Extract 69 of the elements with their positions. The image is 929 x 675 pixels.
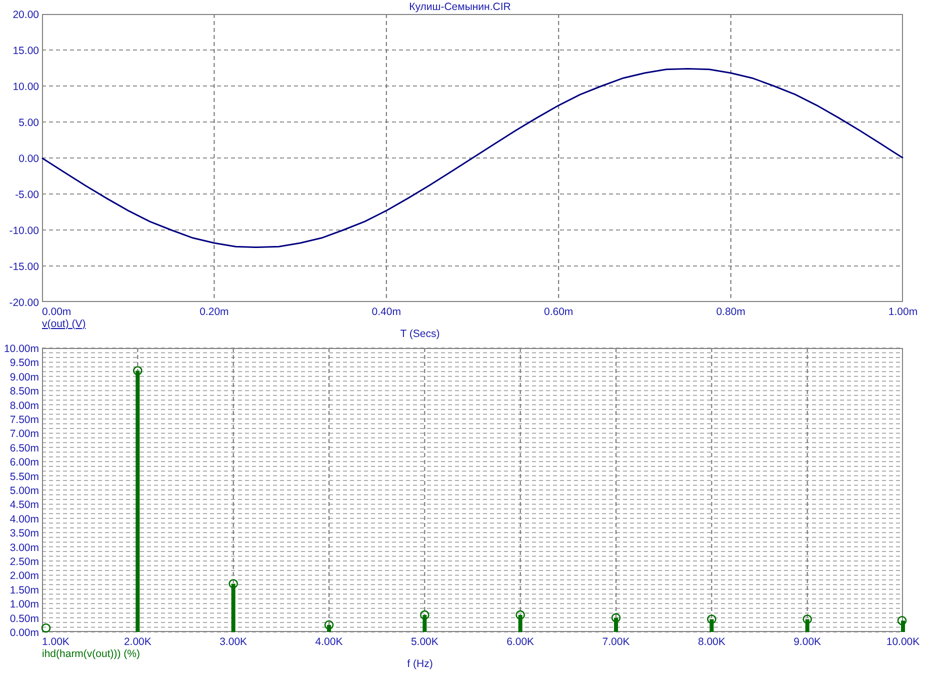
axis-tick-label: 6.00K bbox=[506, 636, 534, 648]
axis-tick-label: -20.00 bbox=[9, 297, 39, 309]
axis-tick-label: 0.00m bbox=[42, 306, 72, 318]
point-marker bbox=[324, 620, 334, 630]
axis-tick-label: 6.50m bbox=[10, 442, 39, 454]
point-marker bbox=[516, 610, 525, 620]
axis-tick-label: 8.50m bbox=[10, 386, 39, 398]
point-marker bbox=[133, 366, 142, 376]
axis-tick-label: 9.50m bbox=[10, 357, 39, 370]
axis-title: f (Hz) bbox=[407, 658, 433, 670]
axis-tick-label: 0.80m bbox=[716, 306, 746, 318]
axis-tick-label: 0.60m bbox=[544, 306, 574, 318]
axis-tick-label: 6.00m bbox=[10, 456, 39, 469]
axis-tick-label: 4.50m bbox=[10, 499, 39, 512]
axis-tick-label: 5.50m bbox=[10, 470, 39, 483]
harmonic-bar bbox=[710, 619, 714, 632]
chart-title: Кулиш-Семынин.CIR bbox=[409, 1, 511, 13]
axis-tick-label: 9.00m bbox=[10, 371, 39, 384]
axis-tick-label: 1.00m bbox=[888, 306, 918, 318]
axis-tick-label: 0.40m bbox=[372, 306, 401, 318]
axis-title: T (Secs) bbox=[400, 328, 440, 340]
axis-tick-label: 2.50m bbox=[10, 556, 39, 568]
point-marker bbox=[707, 614, 716, 624]
point-marker bbox=[802, 614, 812, 624]
point-marker bbox=[420, 610, 430, 620]
point-marker bbox=[41, 623, 51, 633]
axis-tick-label: 4.00m bbox=[10, 513, 39, 526]
point-marker bbox=[897, 616, 907, 626]
axis-tick-label: 4.00K bbox=[315, 636, 343, 648]
axis-tick-label: 0.50m bbox=[10, 612, 39, 625]
axis-tick-label: -15.00 bbox=[9, 261, 39, 273]
axis-tick-label: 5.00m bbox=[10, 485, 39, 497]
harmonic-bar bbox=[231, 584, 236, 632]
trace-label: v(out) (V) bbox=[42, 318, 86, 330]
axis-tick-label: 1.00m bbox=[10, 598, 39, 611]
axis-tick-label: -10.00 bbox=[9, 225, 39, 237]
axis-tick-label: -5.00 bbox=[15, 189, 39, 201]
axis-tick-label: 5.00 bbox=[18, 117, 39, 129]
harmonic-bar bbox=[327, 624, 331, 632]
harmonic-bar bbox=[518, 614, 522, 632]
axis-tick-label: 0.00 bbox=[18, 153, 39, 165]
axis-tick-label: 3.00K bbox=[220, 636, 248, 648]
axis-tick-label: 0.00m bbox=[10, 627, 39, 639]
point-marker bbox=[228, 579, 238, 588]
axis-tick-label: 8.00K bbox=[698, 636, 726, 648]
axis-tick-label: 5.00K bbox=[410, 636, 438, 648]
point-marker bbox=[611, 613, 621, 622]
axis-tick-label: 0.20m bbox=[200, 306, 229, 318]
harmonic-bar bbox=[805, 619, 810, 632]
harmonic-bar bbox=[901, 620, 905, 632]
axis-tick-label: 20.00 bbox=[12, 9, 39, 21]
axis-tick-label: 8.00m bbox=[10, 400, 39, 412]
axis-tick-label: 7.50m bbox=[10, 414, 39, 426]
axis-tick-label: 3.50m bbox=[10, 528, 39, 540]
axis-tick-label: 3.00m bbox=[10, 542, 39, 554]
axis-tick-label: 15.00 bbox=[12, 45, 39, 57]
harmonic-bar bbox=[614, 618, 618, 632]
axis-tick-label: 9.00K bbox=[794, 636, 822, 648]
axis-tick-label: 10.00 bbox=[12, 81, 39, 93]
axis-tick-label: 2.00m bbox=[10, 570, 39, 582]
axis-tick-label: 2.00K bbox=[124, 636, 152, 648]
harmonic-bar bbox=[422, 614, 427, 632]
axis-tick-label: 1.00K bbox=[42, 636, 70, 648]
axis-tick-label: 7.00m bbox=[10, 428, 39, 440]
axis-tick-label: 10.00K bbox=[886, 636, 920, 648]
axis-tick-label: 7.00K bbox=[602, 636, 630, 648]
axis-tick-label: 1.50m bbox=[10, 584, 39, 596]
trace-label: ihd(harm(v(out))) (%) bbox=[42, 648, 140, 660]
axis-tick-label: 10.00m bbox=[4, 343, 39, 355]
